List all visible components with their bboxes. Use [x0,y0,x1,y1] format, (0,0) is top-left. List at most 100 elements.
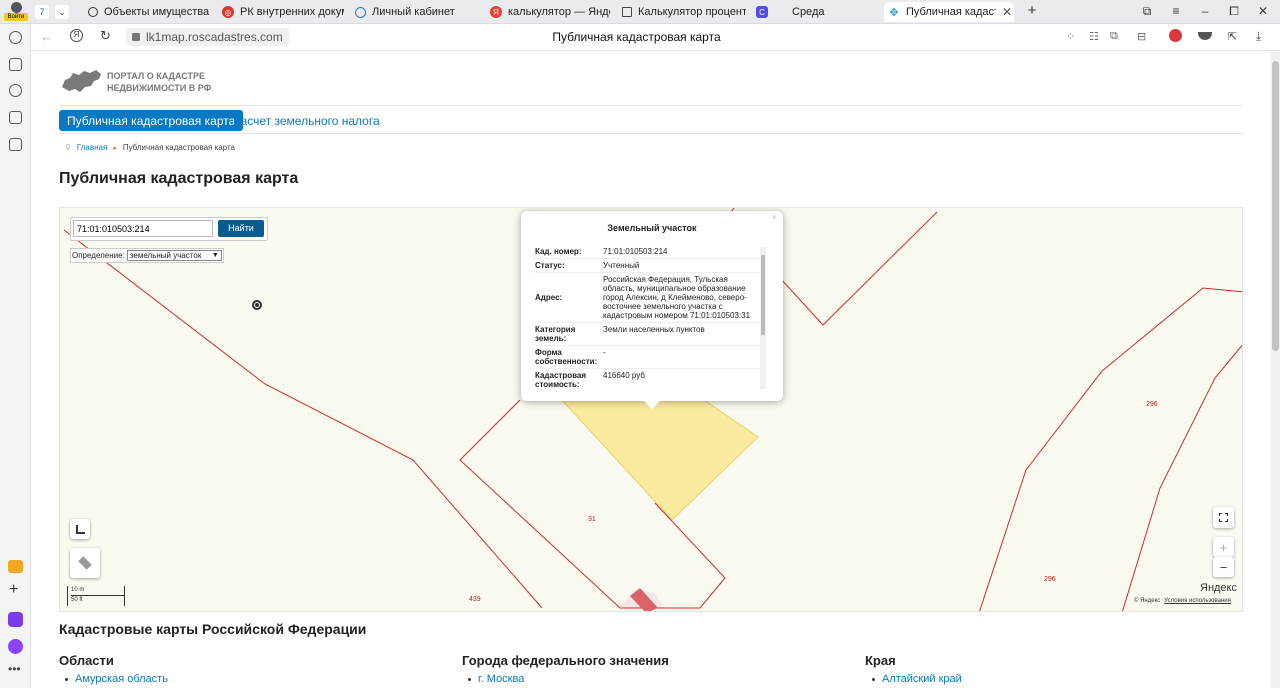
share-icon[interactable]: ⇱ [1228,30,1237,43]
close-window-icon[interactable]: ✕ [1255,4,1271,18]
bookmarks-icon[interactable]: ⧉ [1139,4,1155,19]
map-label: 31 [588,516,596,523]
close-tab-icon[interactable]: ✕ [1002,5,1012,19]
parcel-boundary [779,211,938,326]
parcel-boundary [979,370,1103,611]
definition-select-row: Определение: земельный участок ▼ [70,248,224,263]
tab-title: Калькулятор процентов [638,6,746,18]
tab-4[interactable]: Калькулятор процентов [618,2,746,22]
scrollbar-thumb[interactable] [1272,61,1279,351]
vpn-icon[interactable] [1198,32,1212,40]
popup-pointer [644,401,660,409]
header-divider [59,105,1243,106]
zoom-in-button[interactable]: + [1213,537,1234,557]
list-item[interactable]: Алтайский край [882,673,962,685]
browser-sidebar: + ••• [0,24,31,688]
alice-icon[interactable] [1169,29,1182,42]
map-copyright: © Яндекс Условия использования [1134,598,1231,604]
camera-icon[interactable] [9,138,22,151]
popup-close-icon[interactable]: × [772,212,777,222]
reader-icon[interactable]: ⁘ [1066,30,1075,43]
bullet [872,678,875,681]
page-content: ПОРТАЛ О КАДАСТРЕ НЕДВИЖИМОСТИ В РФ Публ… [31,51,1271,688]
terms-link[interactable]: Условия использования [1164,598,1231,604]
restore-icon[interactable]: ⧠ [1226,4,1242,19]
zoom-out-button[interactable]: − [1213,557,1234,577]
shopping-icon[interactable]: ⊟ [1137,30,1146,43]
cadastral-map[interactable]: 296 31 296 439 Найти Определение: земель… [59,207,1243,612]
bullet [468,678,471,681]
notes-icon[interactable] [9,58,22,71]
popup-property-list: Кад. номер: 71:01:010503:214 Статус: Учтен… [535,245,761,387]
layers-button[interactable] [70,548,100,578]
scale-feet: 50 ft [71,597,83,603]
cadastral-search-input[interactable] [73,220,213,237]
history-icon[interactable] [9,31,22,44]
yandex-logo: Яндекс [1200,582,1237,594]
url-text: lk1map.roscadastres.com [146,30,283,44]
mail-icon[interactable] [8,560,23,573]
play-icon[interactable] [9,84,22,97]
list-item[interactable]: г. Москва [478,673,524,685]
extensions-icon[interactable]: ⧉ [1110,30,1118,43]
page-heading: Публичная кадастровая карта [59,170,299,187]
menu-icon[interactable]: ≡ [1168,4,1184,18]
tab-0[interactable]: Объекты имущества - Ф [84,2,212,22]
map-label: 296 [1044,576,1056,583]
breadcrumb-arrow-icon: ▸ [113,144,117,152]
nav-land-tax[interactable]: Расчет земельного налога [225,110,388,131]
nav-cadastral-map[interactable]: Публичная кадастровая карта [59,110,244,131]
breadcrumb-home[interactable]: Главная [77,143,107,152]
lock-icon [132,33,140,41]
minimize-icon[interactable]: – [1197,4,1213,18]
tab-counter[interactable]: 7 [35,5,49,19]
tab-title: калькулятор — Яндекс: [508,6,610,18]
tabs-dropdown-button[interactable]: ⌄ [55,5,69,19]
location-pin-icon: ⚲ [65,143,71,152]
more-icon[interactable]: ••• [8,662,21,676]
page-title: Публичная кадастровая карта [552,30,721,44]
profile-button[interactable]: Войти [4,1,28,23]
add-panel-icon[interactable]: + [9,581,18,599]
tab-3[interactable]: Я калькулятор — Яндекс: [486,2,610,22]
calendar-icon[interactable] [9,111,22,124]
reload-icon[interactable]: ↻ [100,28,111,44]
parcel-info-popup: × Земельный участок Кад. номер: 71:01:010… [521,211,783,409]
tab-6[interactable]: ✥ Публичная кадастрово ✕ [884,2,1014,22]
tab-5[interactable]: С Среда [752,2,878,22]
popup-scrollbar[interactable] [760,247,766,389]
tab-title: Личный кабинет [372,6,455,18]
russia-map-icon [62,70,101,92]
tab-2[interactable]: Личный кабинет [351,2,479,22]
new-tab-button[interactable]: + [1024,2,1040,19]
property-row: Адрес: Российская Федерация, Тульская обл… [535,273,761,323]
page-scrollbar[interactable] [1271,51,1280,688]
site-logo[interactable]: ПОРТАЛ О КАДАСТРЕ НЕДВИЖИМОСТИ В РФ [59,67,229,99]
definition-selected-value: земельный участок [129,251,202,260]
browser-tab-bar: Войти 7 ⌄ Объекты имущества - Ф ◎ РК вну… [0,0,1280,24]
translate-icon[interactable]: ☷ [1089,30,1099,43]
tab-title: Публичная кадастрово [906,6,996,18]
list-item[interactable]: Амурская область [75,673,168,685]
layers-icon [78,556,92,570]
logo-line2: НЕДВИЖИМОСТИ В РФ [107,83,212,93]
scale-meters: 10 m [71,586,124,596]
url-field[interactable]: lk1map.roscadastres.com [126,28,289,46]
tab-title: Объекты имущества - Ф [104,6,212,18]
assistant-icon[interactable] [8,639,23,654]
globe-icon [88,7,98,17]
cursor-marker [252,300,262,310]
calculator-icon [622,7,632,17]
downloads-icon[interactable]: ⤓ [1256,29,1261,44]
fullscreen-icon [1219,513,1228,522]
fullscreen-button[interactable] [1213,507,1234,528]
back-icon[interactable]: ← [40,29,53,44]
tab-1[interactable]: ◎ РК внутренних докумен [218,2,344,22]
tab-favicon: ◎ [222,6,234,18]
search-button[interactable]: Найти [218,220,264,237]
yandex-home-icon[interactable]: Я [70,29,83,42]
ruler-button[interactable] [70,519,90,539]
definition-select[interactable]: земельный участок ▼ [126,250,222,261]
messenger-icon[interactable] [8,612,23,627]
logo-line1: ПОРТАЛ О КАДАСТРЕ [107,71,206,81]
